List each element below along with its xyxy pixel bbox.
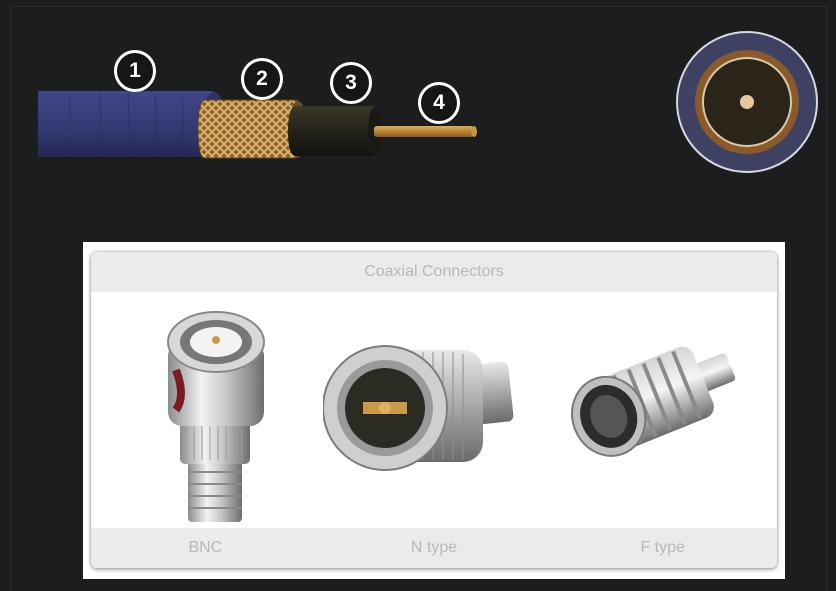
coax-cross-section (676, 31, 818, 173)
connector-labels: BNC N type F type (91, 528, 777, 568)
callout-1: 1 (114, 50, 156, 92)
callout-4: 4 (418, 82, 460, 124)
dielectric-insulator (288, 106, 382, 156)
f-type-connector-icon (571, 346, 736, 457)
copper-center-conductor (374, 126, 477, 137)
callout-3: 3 (330, 62, 372, 104)
label-f-type: F type (640, 539, 685, 556)
connectors-card: Coaxial Connectors BNC N type F type (91, 252, 777, 568)
callout-2: 2 (241, 58, 283, 100)
cross-section-core (740, 95, 754, 109)
panel-title: Coaxial Connectors (91, 252, 777, 292)
label-bnc: BNC (188, 539, 223, 556)
bnc-connector-icon (167, 311, 265, 522)
label-n-type: N type (410, 539, 458, 556)
connectors-panel: Coaxial Connectors BNC N type F type (83, 242, 785, 579)
n-type-connector-icon (323, 345, 514, 471)
